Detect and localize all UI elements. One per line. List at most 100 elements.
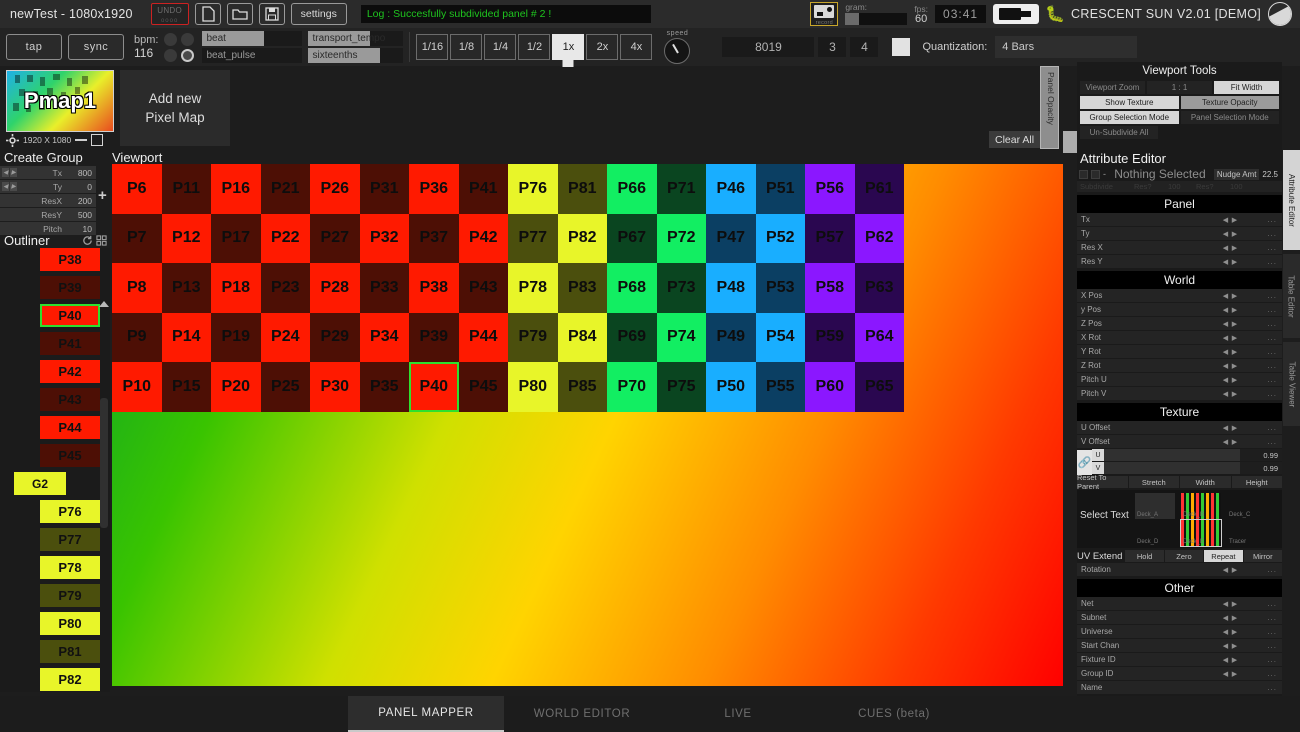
outliner-item-p41[interactable]: P41 [40,332,100,355]
panel-cell-p27[interactable]: P27 [310,213,360,263]
create-group-row-ty[interactable]: ◀ ▶ Ty 0 [0,180,96,193]
panel-cell-p21[interactable]: P21 [260,164,310,214]
panel-cell-p70[interactable]: P70 [607,362,657,412]
panel-cell-p19[interactable]: P19 [211,312,261,362]
outliner-item-p80[interactable]: P80 [40,612,100,635]
panel-cell-p59[interactable]: P59 [805,312,855,362]
texture-thumb-deck-d[interactable]: Deck_D [1135,520,1175,546]
stepper[interactable]: ◀ ▶ [1222,258,1238,266]
open-folder-icon[interactable] [226,3,253,25]
outliner-list[interactable]: P38 P39 P40 P41 P42 P43 P44 P45 G2 P76 P77 P78 P79 P8… [0,248,110,692]
other-row-fixture-id[interactable]: Fixture ID ◀ ▶... [1077,653,1282,666]
panel-cell-p52[interactable]: P52 [755,213,805,263]
panel-cell-p68[interactable]: P68 [607,263,657,313]
slot-transport-tempo[interactable]: transport_tempo [308,31,404,46]
stepper[interactable]: ◀ ▶ [1222,348,1238,356]
panel-cell-p64[interactable]: P64 [854,312,904,362]
panel-cell-p32[interactable]: P32 [359,213,409,263]
stepper[interactable]: ◀ ▶ [1222,376,1238,384]
outliner-item-p79[interactable]: P79 [40,584,100,607]
panel-cell-p22[interactable]: P22 [260,213,310,263]
bug-icon[interactable]: 🐛 [1045,3,1065,25]
panel-cell-p84[interactable]: P84 [557,312,607,362]
panel-cell-p23[interactable]: P23 [260,263,310,313]
pixelmap-card[interactable]: Pmap1 [6,70,114,132]
panel-cell-p30[interactable]: P30 [310,362,360,412]
panel-cell-p36[interactable]: P36 [409,164,459,214]
panel-cell-p33[interactable]: P33 [359,263,409,313]
num-field-a[interactable]: 8019 [722,37,815,57]
lock-icon[interactable] [1079,169,1088,179]
panel-cell-p24[interactable]: P24 [260,312,310,362]
other-row-net[interactable]: Net ◀ ▶... [1077,597,1282,610]
stepper[interactable]: ◀ ▶ [1222,334,1238,342]
stepper[interactable]: ◀ ▶ [1222,670,1238,678]
panel-cell-p45[interactable]: P45 [458,362,508,412]
vertical-tab-table-editor[interactable]: Table Editor [1283,254,1300,338]
texture-opacity-button[interactable]: Texture Opacity [1180,96,1279,109]
stepper[interactable]: ◀ ▶ [1222,390,1238,398]
world-row-pitch-u[interactable]: Pitch U ◀ ▶... [1077,373,1282,386]
outliner-item-p45[interactable]: P45 [40,444,100,467]
stepper[interactable]: ◀ ▶ [1222,424,1238,432]
stepper[interactable]: ◀ ▶ [1222,230,1238,238]
save-disk-icon[interactable] [258,3,285,25]
world-row-x-rot[interactable]: X Rot ◀ ▶... [1077,331,1282,344]
sync-button[interactable]: sync [68,34,124,60]
panel-cell-p37[interactable]: P37 [409,213,459,263]
multiplier-1-4[interactable]: 1/4 [484,34,517,60]
multiplier-1-2[interactable]: 1/2 [518,34,551,60]
plug-icon[interactable] [993,4,1040,24]
panel-cell-p60[interactable]: P60 [805,362,855,412]
show-texture-button[interactable]: Show Texture [1080,96,1179,109]
panel-cell-p80[interactable]: P80 [508,362,558,412]
multiplier-1-16[interactable]: 1/16 [416,34,449,60]
panel-cell-p7[interactable]: P7 [112,213,162,263]
bottom-tab-panel-mapper[interactable]: PANEL MAPPER [348,696,504,732]
panel-cell-p71[interactable]: P71 [656,164,706,214]
outliner-item-p38[interactable]: P38 [40,248,100,271]
panel-cell-p29[interactable]: P29 [310,312,360,362]
panel-cell-p53[interactable]: P53 [755,263,805,313]
stepper[interactable]: ◀ ▶ [1222,656,1238,664]
panel-cell-p74[interactable]: P74 [656,312,706,362]
uv-extend-mirror[interactable]: Mirror [1243,550,1282,562]
outliner-scrollbar[interactable] [100,398,108,528]
bottom-tab-cues-beta-[interactable]: CUES (beta) [816,696,972,732]
outliner-item-p43[interactable]: P43 [40,388,100,411]
refresh-icon[interactable] [82,235,93,246]
outliner-item-p42[interactable]: P42 [40,360,100,383]
texture-thumb-deck-c[interactable]: Deck_C [1227,493,1267,519]
texture-button-stretch[interactable]: Stretch [1128,476,1179,488]
stepper[interactable]: ◀ ▶ [1222,292,1238,300]
panel-cell-p65[interactable]: P65 [854,362,904,412]
grid-view-icon[interactable] [96,234,107,246]
multiplier-4x[interactable]: 4x [620,34,653,60]
panel-cell-p20[interactable]: P20 [211,362,261,412]
world-row-x-pos[interactable]: X Pos ◀ ▶... [1077,289,1282,302]
outliner-item-p39[interactable]: P39 [40,276,100,299]
panel-cell-p79[interactable]: P79 [508,312,558,362]
texture-button-width[interactable]: Width [1180,476,1231,488]
panel-cell-p82[interactable]: P82 [557,213,607,263]
panel-cell-p17[interactable]: P17 [211,213,261,263]
panel-cell-p51[interactable]: P51 [755,164,805,214]
un-subdivide-all-button[interactable]: Un-Subdivide All [1080,126,1158,139]
settings-button[interactable]: settings [290,3,347,25]
quantization-toggle[interactable] [892,38,911,56]
panel-cell-p47[interactable]: P47 [706,213,756,263]
panel-cell-p58[interactable]: P58 [805,263,855,313]
u-scale-slider[interactable]: U 0.99 [1092,449,1282,461]
panel-cell-p83[interactable]: P83 [557,263,607,313]
panel-row-res-y[interactable]: Res Y ◀ ▶... [1077,255,1282,268]
stepper[interactable]: ◀ ▶ [1222,306,1238,314]
panel-row-res-x[interactable]: Res X ◀ ▶... [1077,241,1282,254]
panel-cell-p75[interactable]: P75 [656,362,706,412]
panel-cell-p15[interactable]: P15 [161,362,211,412]
texture-thumb-deck-a[interactable]: Deck_A [1135,493,1175,519]
group-selection-mode-button[interactable]: Group Selection Mode [1080,111,1179,124]
texture-row-v-offset[interactable]: V Offset ◀ ▶... [1077,435,1282,448]
fit-width-button[interactable]: Fit Width [1214,81,1279,94]
panel-cell-p41[interactable]: P41 [458,164,508,214]
quantization-value[interactable]: 4 Bars [995,36,1138,58]
